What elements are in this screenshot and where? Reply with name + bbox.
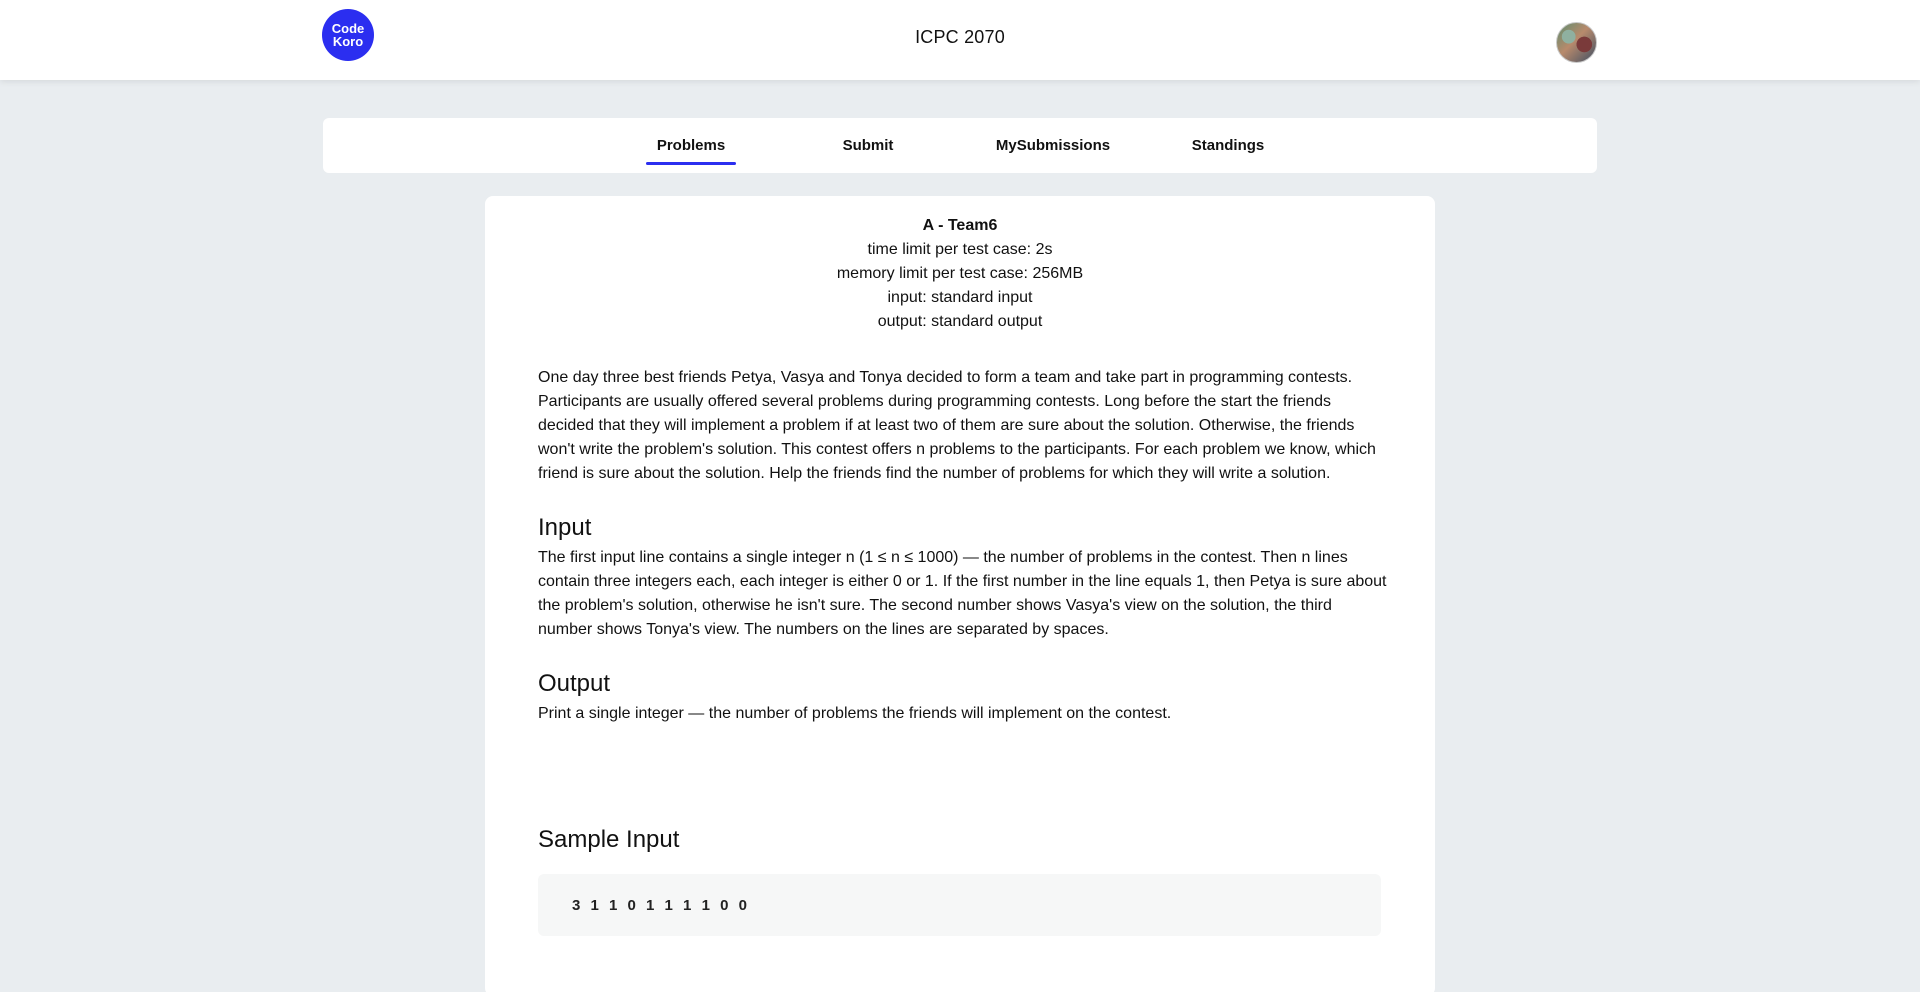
output-description: Print a single integer — the number of p… — [538, 705, 1172, 722]
output-target: output: standard output — [877, 313, 1043, 330]
problem-header: A - Team6 time limit per test case: 2s m… — [485, 214, 1435, 334]
input-description: The first input line contains a single i… — [538, 549, 1387, 638]
problem-statement: One day three best friends Petya, Vasya … — [538, 369, 1376, 482]
problem-card: A - Team6 time limit per test case: 2s m… — [485, 196, 1435, 992]
sample-input-value: 3 1 1 0 1 1 1 1 0 0 — [572, 896, 750, 914]
contest-title: ICPC 2070 — [915, 26, 1005, 47]
sample-input-box[interactable]: 3 1 1 0 1 1 1 1 0 0 — [538, 874, 1381, 936]
tab-standings-label: Standings — [1191, 137, 1265, 154]
tab-problems[interactable]: Problems — [646, 118, 736, 173]
output-heading: Output — [538, 670, 611, 697]
sample-input-heading: Sample Input — [538, 826, 680, 853]
problem-title: A - Team6 — [922, 217, 998, 234]
memory-limit: memory limit per test case: 256MB — [836, 265, 1084, 282]
top-navbar: Code Koro ICPC 2070 — [0, 0, 1920, 80]
contest-tabs: Problems Submit MySubmissions Standings — [323, 118, 1597, 173]
tab-mysubmissions[interactable]: MySubmissions — [993, 118, 1113, 173]
tab-submit[interactable]: Submit — [823, 118, 913, 173]
tab-mysubmissions-label: MySubmissions — [995, 137, 1111, 154]
input-heading: Input — [538, 514, 592, 541]
user-avatar[interactable] — [1556, 22, 1597, 63]
tab-submit-label: Submit — [842, 137, 894, 154]
time-limit: time limit per test case: 2s — [867, 241, 1053, 258]
tab-problems-label: Problems — [656, 137, 726, 154]
input-source: input: standard input — [887, 289, 1033, 306]
tab-standings[interactable]: Standings — [1183, 118, 1273, 173]
